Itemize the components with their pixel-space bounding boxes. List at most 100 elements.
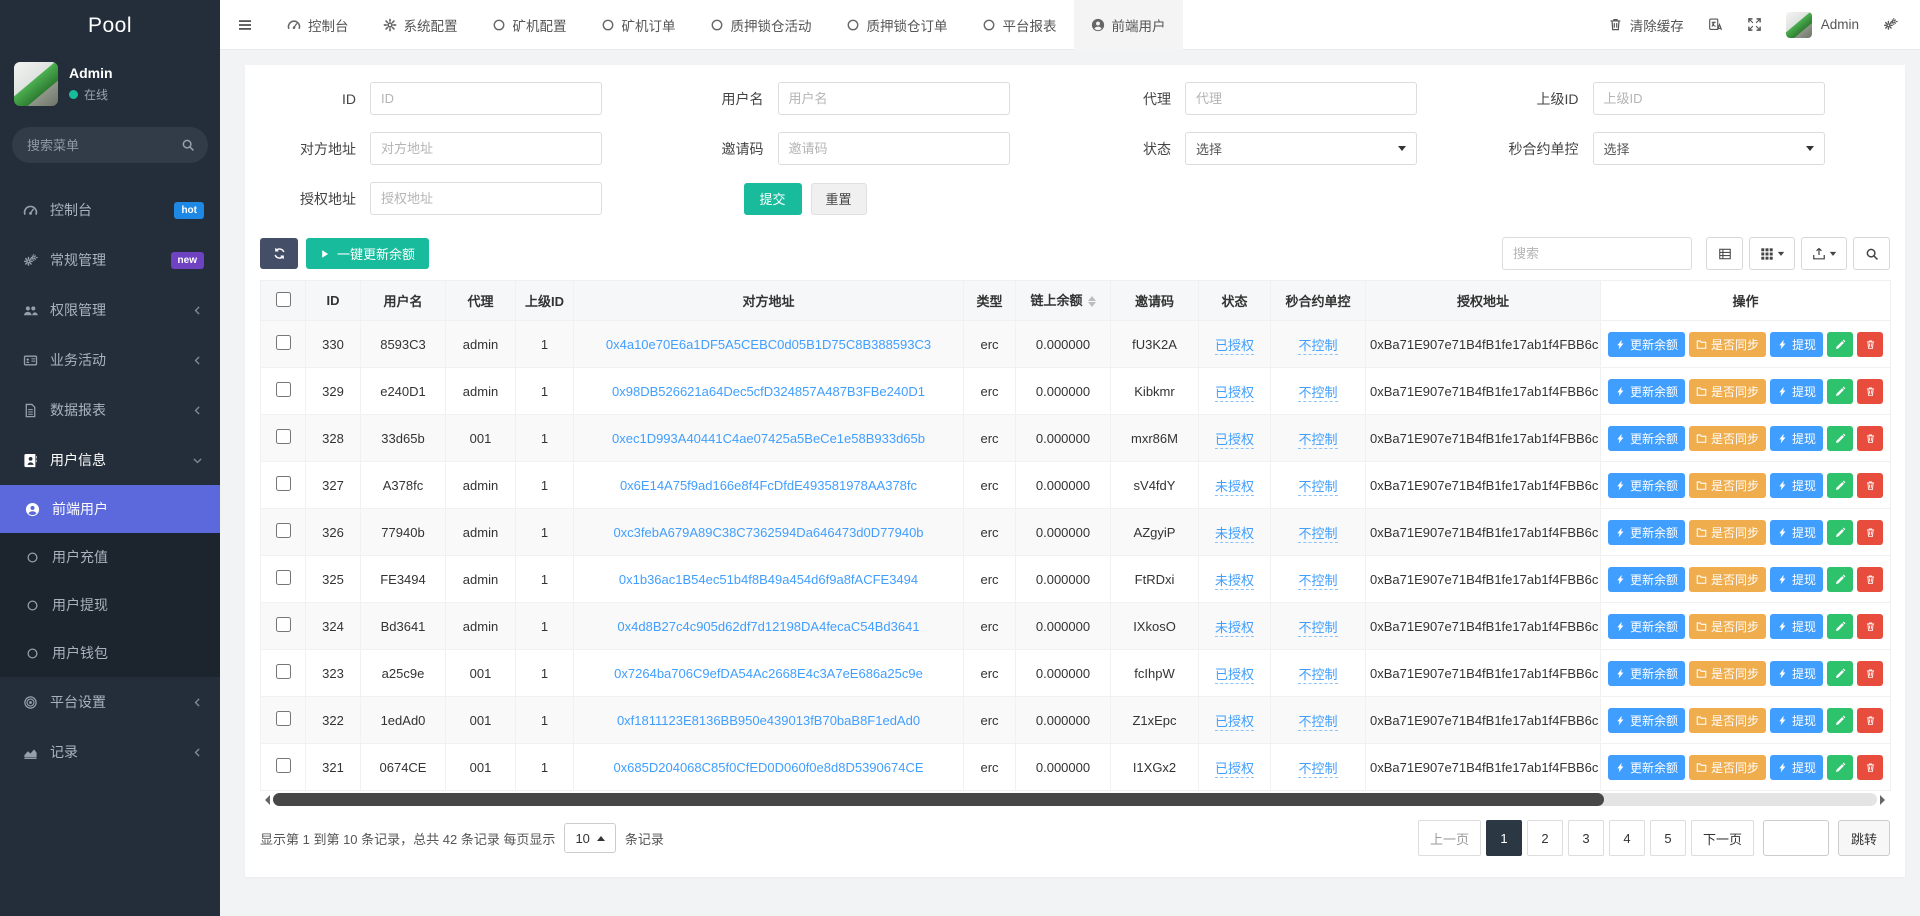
sync-button[interactable]: 是否同步 [1688, 472, 1766, 498]
withdraw-button[interactable]: 提现 [1770, 660, 1824, 686]
sync-button[interactable]: 是否同步 [1688, 707, 1766, 733]
page-button-3[interactable]: 3 [1567, 820, 1604, 856]
update-all-balance-button[interactable]: 一键更新余额 [306, 238, 430, 269]
scroll-left-icon[interactable] [260, 794, 270, 805]
page-next-button[interactable]: 下一页 [1690, 820, 1754, 856]
row-checkbox[interactable] [275, 429, 291, 444]
row-checkbox[interactable] [275, 523, 291, 538]
sidebar-item-user-wallet[interactable]: 用户钱包 [0, 629, 220, 677]
horizontal-scrollbar[interactable] [260, 793, 1890, 806]
status-link[interactable]: 已授权 [1214, 713, 1254, 731]
row-checkbox[interactable] [275, 617, 291, 632]
status-link[interactable]: 未授权 [1214, 572, 1254, 590]
update-balance-button[interactable]: 更新余额 [1607, 472, 1685, 498]
sync-button[interactable]: 是否同步 [1688, 754, 1766, 780]
scroll-right-icon[interactable] [1880, 794, 1890, 805]
tab-pledge-order[interactable]: 质押锁仓订单 [829, 0, 965, 50]
sidebar-item-user-info[interactable]: 用户信息 [0, 435, 220, 485]
sidebar-item-log[interactable]: 记录 [0, 727, 220, 777]
export-button[interactable] [1801, 237, 1847, 270]
sidebar-toggle-icon[interactable] [220, 17, 270, 33]
control-link[interactable]: 不控制 [1298, 619, 1338, 637]
scrollbar-thumb[interactable] [273, 793, 1605, 806]
menu-search-input[interactable] [12, 127, 208, 163]
refresh-button[interactable] [260, 238, 298, 269]
control-link[interactable]: 不控制 [1298, 478, 1338, 496]
update-balance-button[interactable]: 更新余额 [1607, 707, 1685, 733]
withdraw-button[interactable]: 提现 [1770, 519, 1824, 545]
update-balance-button[interactable]: 更新余额 [1607, 378, 1685, 404]
address-link[interactable]: 0x6E14A75f9ad166e8f4FcDfdE493581978AA378… [620, 478, 917, 493]
status-link[interactable]: 已授权 [1214, 384, 1254, 402]
edit-button[interactable] [1827, 519, 1854, 545]
page-size-select[interactable]: 10 [564, 823, 616, 853]
delete-button[interactable] [1857, 754, 1884, 780]
control-link[interactable]: 不控制 [1298, 431, 1338, 449]
sidebar-item-platform-settings[interactable]: 平台设置 [0, 677, 220, 727]
tab-front-user[interactable]: 前端用户 [1073, 0, 1183, 50]
withdraw-button[interactable]: 提现 [1770, 425, 1824, 451]
page-button-1[interactable]: 1 [1485, 820, 1522, 856]
sidebar-item-user-recharge[interactable]: 用户充值 [0, 533, 220, 581]
filter-select-status[interactable]: 选择 [1185, 132, 1417, 165]
tab-system-config[interactable]: 系统配置 [366, 0, 475, 50]
sync-button[interactable]: 是否同步 [1688, 613, 1766, 639]
user-menu[interactable]: Admin [1785, 11, 1859, 38]
address-link[interactable]: 0x98DB526621a64Dec5cfD324857A487B3FBe240… [612, 384, 925, 399]
status-link[interactable]: 未授权 [1214, 478, 1254, 496]
search-toggle-button[interactable] [1853, 237, 1890, 270]
sync-button[interactable]: 是否同步 [1688, 519, 1766, 545]
toggle-view-button[interactable] [1706, 237, 1743, 270]
tab-miner-order[interactable]: 矿机订单 [584, 0, 693, 50]
delete-button[interactable] [1857, 613, 1884, 639]
sidebar-item-general[interactable]: 常规管理 new [0, 235, 220, 285]
page-prev-button[interactable]: 上一页 [1417, 820, 1481, 856]
page-button-4[interactable]: 4 [1608, 820, 1645, 856]
edit-button[interactable] [1827, 425, 1854, 451]
columns-button[interactable] [1749, 237, 1795, 270]
delete-button[interactable] [1857, 378, 1884, 404]
language-icon[interactable] [1708, 17, 1723, 32]
control-link[interactable]: 不控制 [1298, 384, 1338, 402]
fullscreen-icon[interactable] [1747, 17, 1762, 32]
row-checkbox[interactable] [275, 570, 291, 585]
sidebar-item-console[interactable]: 控制台 hot [0, 185, 220, 235]
address-link[interactable]: 0x685D204068C85f0CfED0D060f0e8d8D5390674… [613, 760, 923, 775]
address-link[interactable]: 0xc3febA679A89C38C7362594Da646473d0D7794… [613, 525, 923, 540]
withdraw-button[interactable]: 提现 [1770, 707, 1824, 733]
edit-button[interactable] [1827, 472, 1854, 498]
tab-pledge-activity[interactable]: 质押锁仓活动 [693, 0, 829, 50]
update-balance-button[interactable]: 更新余额 [1607, 425, 1685, 451]
settings-icon[interactable] [1883, 17, 1898, 32]
delete-button[interactable] [1857, 331, 1884, 357]
status-link[interactable]: 已授权 [1214, 760, 1254, 778]
withdraw-button[interactable]: 提现 [1770, 378, 1824, 404]
withdraw-button[interactable]: 提现 [1770, 613, 1824, 639]
jump-button[interactable]: 跳转 [1837, 820, 1890, 856]
address-link[interactable]: 0xec1D993A40441C4ae07425a5BeCe1e58B933d6… [612, 431, 925, 446]
filter-input-invite-code[interactable] [777, 132, 1010, 165]
withdraw-button[interactable]: 提现 [1770, 754, 1824, 780]
withdraw-button[interactable]: 提现 [1770, 566, 1824, 592]
update-balance-button[interactable]: 更新余额 [1607, 613, 1685, 639]
row-checkbox[interactable] [275, 711, 291, 726]
filter-input-username[interactable] [777, 82, 1010, 115]
select-all-checkbox[interactable] [275, 291, 291, 307]
sync-button[interactable]: 是否同步 [1688, 566, 1766, 592]
page-button-2[interactable]: 2 [1526, 820, 1563, 856]
sync-button[interactable]: 是否同步 [1688, 660, 1766, 686]
row-checkbox[interactable] [275, 758, 291, 773]
row-checkbox[interactable] [275, 476, 291, 491]
withdraw-button[interactable]: 提现 [1770, 472, 1824, 498]
delete-button[interactable] [1857, 519, 1884, 545]
sidebar-item-business[interactable]: 业务活动 [0, 335, 220, 385]
edit-button[interactable] [1827, 378, 1854, 404]
submit-button[interactable]: 提交 [743, 182, 802, 215]
clear-cache-button[interactable]: 清除缓存 [1608, 15, 1684, 35]
delete-button[interactable] [1857, 425, 1884, 451]
status-link[interactable]: 未授权 [1214, 619, 1254, 637]
address-link[interactable]: 0x4d8B27c4c905d62df7d12198DA4fecaC54Bd36… [617, 619, 919, 634]
row-checkbox[interactable] [275, 382, 291, 397]
sync-button[interactable]: 是否同步 [1688, 331, 1766, 357]
control-link[interactable]: 不控制 [1298, 760, 1338, 778]
